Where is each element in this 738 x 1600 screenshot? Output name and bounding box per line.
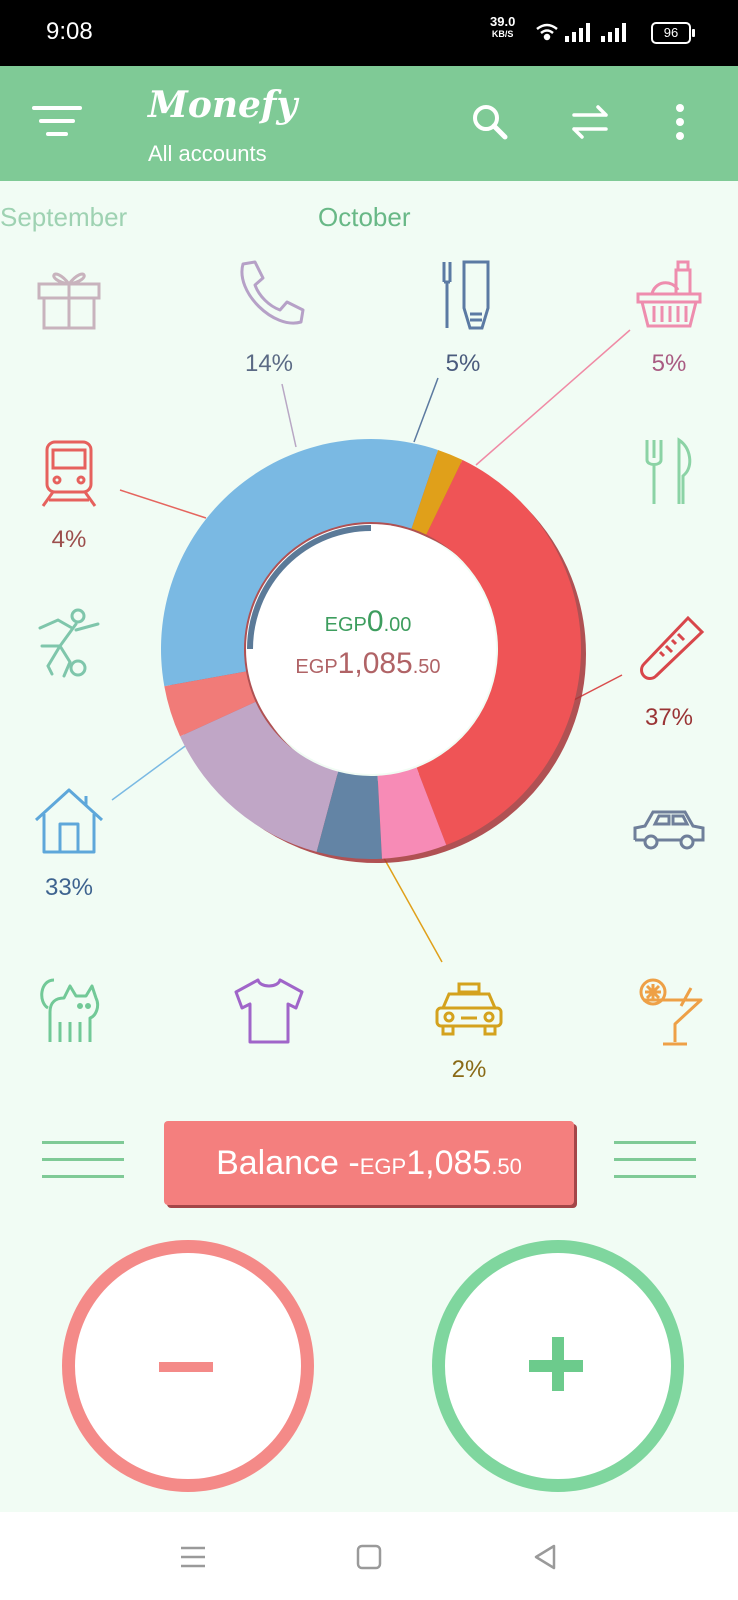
category-food[interactable]: 5% (614, 258, 724, 378)
category-percent: 5% (445, 350, 481, 377)
home-button-icon[interactable] (352, 1540, 386, 1574)
category-percent: 33% (44, 874, 94, 901)
expense-currency: EGP (295, 656, 338, 678)
system-nav-bar (0, 1512, 738, 1600)
recent-apps-icon[interactable] (176, 1540, 210, 1574)
balance-button[interactable]: Balance -EGP1,085.50 (164, 1121, 574, 1205)
category-percent: 14% (244, 350, 294, 377)
category-house[interactable]: 33% (14, 784, 124, 902)
category-clothes[interactable] (214, 976, 324, 1064)
minus-icon (159, 1362, 213, 1372)
category-health[interactable]: 37% (614, 614, 724, 732)
category-car[interactable] (614, 806, 724, 870)
gift-icon (37, 272, 101, 330)
expense-amount: 1,085 (337, 647, 413, 680)
expense-decimals: .50 (412, 656, 441, 678)
category-taxi[interactable]: 2% (414, 982, 524, 1084)
toiletry-icon (442, 260, 490, 330)
house-icon (34, 788, 104, 854)
right-lines-icon[interactable] (614, 1141, 696, 1185)
train-icon (41, 440, 97, 507)
leader-line-toiletry (413, 377, 439, 443)
category-gifts[interactable] (14, 262, 124, 350)
category-percent: 4% (51, 526, 87, 553)
category-sports[interactable] (14, 606, 124, 696)
cocktail-icon (639, 978, 703, 1046)
fork-knife-icon (645, 437, 692, 504)
balance-amount: 1,085 (406, 1144, 492, 1182)
leader-line-transport (119, 489, 207, 519)
soccer-player-icon (38, 608, 100, 678)
balance-currency: EGP (359, 1154, 407, 1179)
category-entertainment[interactable] (614, 976, 724, 1066)
tshirt-icon (234, 978, 304, 1044)
leader-line-taxi (379, 850, 443, 963)
cat-icon (40, 978, 100, 1042)
add-income-button[interactable] (432, 1240, 684, 1492)
balance-sign: - (348, 1144, 360, 1182)
category-toiletry[interactable]: 5% (408, 258, 518, 378)
category-eating-out[interactable] (614, 436, 724, 526)
income-amount: 0 (366, 605, 384, 638)
back-icon[interactable] (528, 1540, 562, 1574)
category-percent: 5% (651, 350, 687, 377)
left-lines-icon[interactable] (42, 1141, 124, 1185)
balance-label: Balance (216, 1144, 339, 1182)
category-percent: 2% (451, 1056, 487, 1083)
thermometer-icon (640, 615, 705, 680)
car-icon (633, 810, 705, 850)
category-communications[interactable]: 14% (214, 258, 324, 378)
add-expense-button[interactable] (62, 1240, 314, 1492)
category-percent: 37% (644, 704, 694, 731)
expense-total: EGP1,085.50 (238, 647, 498, 681)
basket-icon (636, 260, 702, 328)
income-decimals: .00 (383, 614, 412, 636)
category-pets[interactable] (14, 972, 124, 1062)
balance-decimals: .50 (491, 1154, 522, 1179)
income-total: EGP0.00 (238, 605, 498, 639)
phone-icon (240, 260, 305, 325)
category-transport[interactable]: 4% (14, 436, 124, 554)
leader-line-communications (281, 383, 297, 448)
taxi-icon (435, 982, 503, 1036)
income-currency: EGP (324, 614, 367, 636)
